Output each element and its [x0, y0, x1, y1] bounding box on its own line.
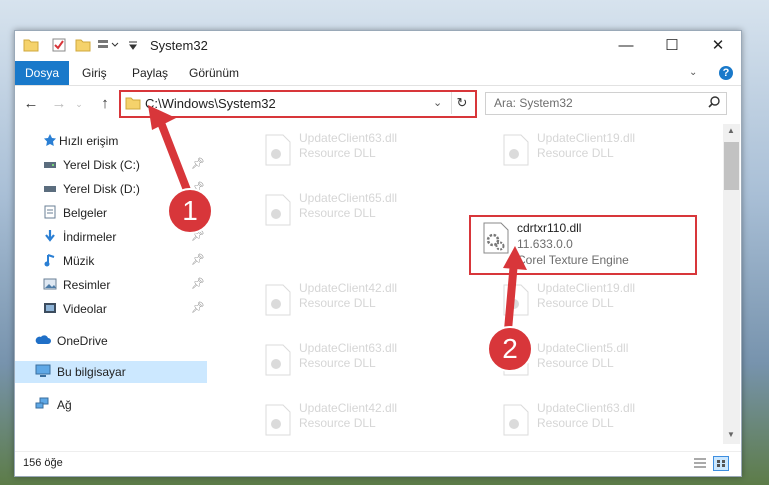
- annotation-arrows: [148, 105, 527, 334]
- step-1-badge: 1: [167, 188, 213, 234]
- step-2-badge: 2: [487, 326, 533, 372]
